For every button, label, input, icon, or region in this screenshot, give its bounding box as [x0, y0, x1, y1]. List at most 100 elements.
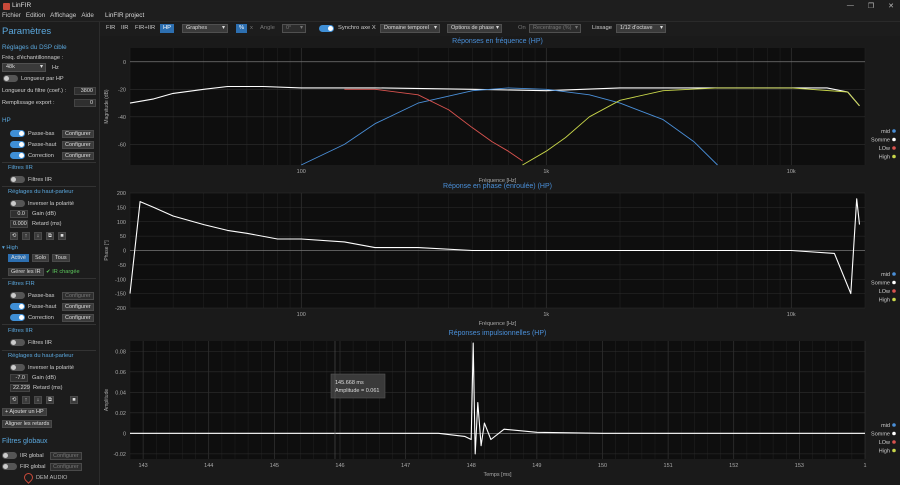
delete-icon[interactable]: ■	[58, 232, 66, 240]
high-lowpass-configure-button[interactable]: Configurer	[62, 292, 94, 300]
move-up-icon[interactable]: ↑	[22, 232, 30, 240]
mid-invert-toggle[interactable]	[10, 200, 25, 207]
menu-affichage[interactable]: Affichage	[50, 12, 76, 19]
move-down-icon[interactable]: ↓	[34, 396, 42, 404]
high-lowpass-toggle[interactable]	[10, 292, 25, 299]
high-speaker-header[interactable]: ▾ High	[2, 245, 18, 251]
x-tick-label: 147	[401, 463, 410, 469]
x-label: x	[250, 25, 253, 31]
move-down-icon[interactable]: ↓	[34, 232, 42, 240]
high-highpass-toggle[interactable]	[10, 303, 25, 310]
domain-select[interactable]: Domaine temporel	[380, 24, 440, 33]
y-axis-label: Magnitude (dB)	[104, 89, 110, 124]
chart-title: Réponses en fréquence (HP)	[452, 38, 543, 45]
manage-ir-button[interactable]: Gérer les IR	[8, 268, 44, 276]
legend-marker	[892, 423, 896, 427]
high-invert-toggle[interactable]	[10, 364, 25, 371]
sample-rate-label: Fréq. d'échantillonnage :	[2, 55, 64, 61]
high-highpass-label: Passe-haut	[28, 304, 57, 310]
angle-label: Angle	[260, 25, 275, 31]
global-fir-configure-button[interactable]: Configurer	[50, 463, 82, 471]
sync-x-toggle[interactable]	[319, 25, 334, 32]
delete-icon[interactable]: ■	[70, 396, 78, 404]
copy-icon[interactable]: ⧉	[46, 232, 54, 240]
menu-aide[interactable]: Aide	[81, 12, 94, 19]
divider	[2, 162, 96, 163]
mid-correction-toggle[interactable]	[10, 152, 25, 159]
global-iir-configure-button[interactable]: Configurer	[50, 452, 82, 460]
maximize-icon[interactable]: ❐	[868, 2, 874, 10]
mid-delay-input[interactable]: 0.000	[10, 220, 28, 228]
mid-gain-input[interactable]: 0.0	[10, 210, 28, 218]
chart-title: Réponses impulsionnelles (HP)	[449, 330, 547, 337]
x-tick-label: 100	[297, 312, 306, 318]
mode-fir[interactable]: FIR	[106, 25, 115, 31]
filter-length-input[interactable]: 3800	[74, 87, 96, 95]
sample-rate-select[interactable]: 48k	[2, 63, 46, 72]
chart-panel-2: Réponses impulsionnelles (HP) Amplitude Te…	[104, 330, 896, 478]
length-per-hp-toggle[interactable]	[3, 75, 18, 82]
high-solo-tab[interactable]: Solo	[32, 254, 50, 262]
mid-lowpass-toggle[interactable]	[10, 130, 25, 137]
x-tick-label: 153	[795, 463, 804, 469]
edit-icon[interactable]: ⟲	[10, 232, 18, 240]
edit-icon[interactable]: ⟲	[10, 396, 18, 404]
align-delays-button[interactable]: Aligner les retards	[2, 420, 53, 428]
high-fir-section: Filtres FIR	[8, 281, 35, 287]
high-delay-input[interactable]: 22.229	[10, 384, 30, 392]
high-gain-input[interactable]: -7.0	[10, 374, 28, 382]
high-label: High	[6, 245, 18, 251]
mid-speaker-settings: Réglages du haut-parleur	[8, 189, 74, 195]
recentrage-select[interactable]: Recentrage (%)	[529, 24, 581, 33]
mid-highpass-toggle[interactable]	[10, 141, 25, 148]
mode-hp[interactable]: HP	[160, 24, 175, 33]
lissage-select[interactable]: 1/12 d'octave	[616, 24, 666, 33]
mid-highpass-configure-button[interactable]: Configurer	[62, 141, 94, 149]
add-hp-button[interactable]: + Ajouter un HP	[2, 408, 47, 416]
y-tick-label: -100	[115, 277, 126, 283]
y-tick-label: -20	[118, 87, 126, 93]
y-tick-label: 0.04	[115, 390, 126, 396]
high-iir-toggle[interactable]	[10, 339, 25, 346]
high-all-tab[interactable]: Tous	[52, 254, 70, 262]
x-tick-label: 1k	[543, 312, 549, 318]
move-up-icon[interactable]: ↑	[22, 396, 30, 404]
y-tick-label: 0	[123, 249, 126, 255]
x-tick-label: 152	[729, 463, 738, 469]
global-iir-toggle[interactable]	[2, 452, 17, 459]
x-tick-label: 10k	[787, 169, 796, 175]
close-icon[interactable]: ✕	[888, 2, 894, 10]
angle-select[interactable]: 0°	[282, 24, 306, 33]
mode-iir[interactable]: IIR	[121, 25, 128, 31]
mid-lowpass-configure-button[interactable]: Configurer	[62, 130, 94, 138]
minimize-icon[interactable]: —	[847, 2, 854, 10]
global-fir-toggle[interactable]	[2, 463, 17, 470]
phase-options-select[interactable]: Options de phase	[447, 24, 502, 33]
export-fill-input[interactable]: 0	[74, 99, 96, 107]
mid-correction-configure-button[interactable]: Configurer	[62, 152, 94, 160]
legend-label: LOw	[879, 289, 890, 295]
high-lowpass-label: Passe-bas	[28, 293, 55, 299]
y-tick-label: 0.06	[115, 370, 126, 376]
y-tick-label: -0.02	[113, 452, 126, 458]
high-active-tab[interactable]: Activé	[8, 254, 29, 262]
dsp-section-title: Réglages du DSP cible	[2, 44, 67, 51]
app-logo-icon	[3, 3, 10, 10]
divider	[2, 324, 96, 325]
y-tick-label: -150	[115, 292, 126, 298]
view-select[interactable]: Graphes	[182, 24, 228, 33]
mid-iir-toggle[interactable]	[10, 176, 25, 183]
menu-fichier[interactable]: Fichier	[2, 12, 21, 19]
mode-fir-iir[interactable]: FIR+IIR	[135, 25, 155, 31]
project-title: LinFIR project	[105, 12, 145, 19]
copy-icon[interactable]: ⧉	[46, 396, 54, 404]
high-correction-configure-button[interactable]: Configurer	[62, 314, 94, 322]
high-highpass-configure-button[interactable]: Configurer	[62, 303, 94, 311]
percent-toggle[interactable]: %	[236, 24, 248, 33]
brand-name: DEM AUDIO	[36, 475, 68, 481]
legend-marker	[892, 272, 896, 276]
mid-iir-label: Filtres IIR	[28, 177, 52, 183]
ir-loaded-status: ✔ IR chargée	[46, 269, 80, 275]
menu-edition[interactable]: Edition	[26, 12, 45, 19]
high-correction-toggle[interactable]	[10, 314, 25, 321]
